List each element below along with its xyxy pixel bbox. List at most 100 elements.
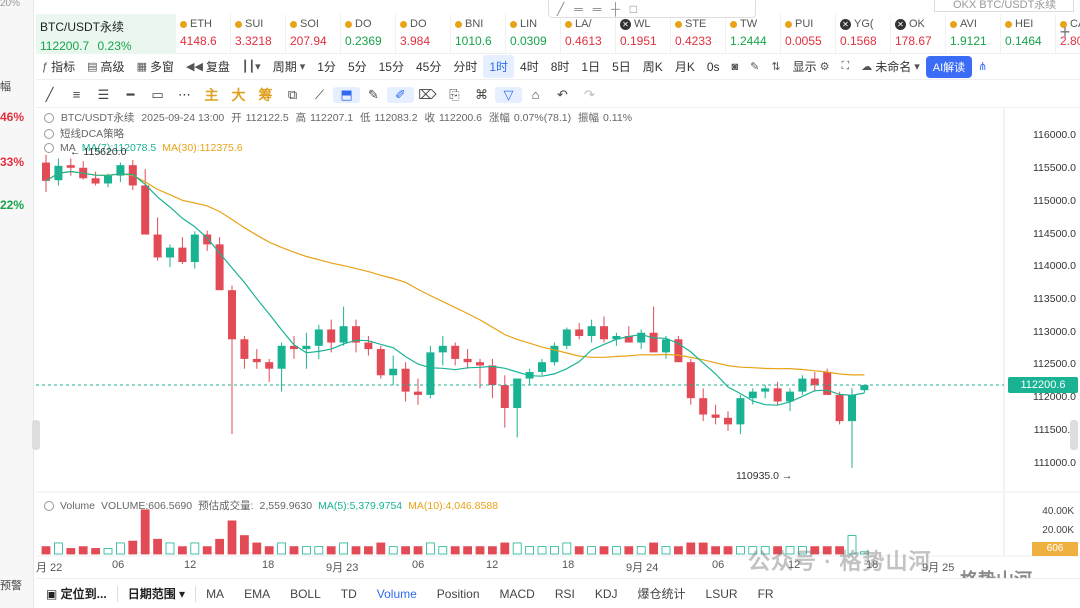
indicator-tab-ema[interactable]: EMA <box>234 587 280 601</box>
draw-tool-14[interactable]: ⌦ <box>414 87 441 103</box>
draw-tool-13[interactable]: ✐ <box>387 86 414 103</box>
indicator-button[interactable]: ƒ 指标 <box>36 58 81 75</box>
time-axis-tick: 06 <box>412 559 425 571</box>
ticker-tab[interactable]: ✕ WL 0.1951 <box>616 14 671 54</box>
share-button[interactable]: ⋔ <box>972 60 993 73</box>
draw-tool-9[interactable]: ⧉ <box>279 87 306 103</box>
display-button[interactable]: 显示 ⚙ <box>787 58 836 75</box>
advanced-button[interactable]: ▤ 高级 <box>81 58 130 75</box>
draw-tool-7[interactable]: 大 <box>225 85 252 105</box>
ticker-tab[interactable]: SUI 3.3218 <box>231 14 286 54</box>
ticker-tab[interactable]: HEI 0.1464 <box>1001 14 1056 54</box>
replay-button[interactable]: ◀◀ 复盘 <box>180 58 236 75</box>
draw-tool-20[interactable]: ↷ <box>576 87 603 103</box>
eye-toggle-icon[interactable] <box>44 113 54 124</box>
indicator-tab-ma[interactable]: MA <box>196 587 234 601</box>
draw-tool-18[interactable]: ⌂ <box>522 87 549 102</box>
ticker-tab[interactable]: LIN 0.0309 <box>506 14 561 54</box>
draw-tool-4[interactable]: ▭ <box>144 87 171 103</box>
candle-body <box>500 385 509 408</box>
ticker-tab[interactable]: STE 0.4233 <box>671 14 726 54</box>
draw-tool-0[interactable]: ╱ <box>36 87 63 103</box>
ticker-tab[interactable]: ETH 4148.6 <box>176 14 231 54</box>
symbol-search-box[interactable]: OKX BTC/USDT永续 <box>934 0 1074 12</box>
indicator-tab-volume[interactable]: Volume <box>367 587 427 601</box>
interval-7[interactable]: 8时 <box>545 55 576 78</box>
locate-button[interactable]: ▣ 定位到... <box>36 585 117 602</box>
volume-toggle-icon[interactable] <box>44 500 54 511</box>
camera-button[interactable]: ◙ <box>726 61 745 73</box>
ticker-tab[interactable]: AVI 1.9121 <box>946 14 1001 54</box>
interval-1[interactable]: 5分 <box>342 55 373 78</box>
indicator-tab-fr[interactable]: FR <box>748 587 784 601</box>
draw-tool-16[interactable]: ⌘ <box>468 87 495 103</box>
ticker-tab[interactable]: PUI 0.0055 <box>781 14 836 54</box>
interval-2[interactable]: 15分 <box>373 55 410 78</box>
float-tool-icon[interactable]: ╱ <box>557 2 564 16</box>
chart-type-button[interactable]: ┃┃▾ <box>236 60 267 73</box>
layout-name-button[interactable]: ☁ 未命名 ▾ <box>855 58 926 75</box>
draw-tool-5[interactable]: ⋯ <box>171 87 198 103</box>
date-range-button[interactable]: 日期范围 ▾ <box>118 585 195 602</box>
draw-tool-10[interactable]: ⟋ <box>306 87 333 103</box>
ma-toggle-icon[interactable] <box>44 143 54 153</box>
indicator-tab-td[interactable]: TD <box>331 587 367 601</box>
ticker-tab[interactable]: SOI 207.94 <box>286 14 341 54</box>
draw-tool-11[interactable]: ⬒ <box>333 86 360 103</box>
ticker-tab[interactable]: TW 1.2444 <box>726 14 781 54</box>
ticker-name: HEI <box>1015 18 1034 30</box>
candle-body <box>414 391 422 395</box>
float-tool-icon[interactable]: ═ <box>593 2 602 16</box>
ticker-tab[interactable]: BTC/USDT永续 112200.7 0.23% <box>36 14 176 54</box>
add-tab-button[interactable]: + <box>1050 22 1080 43</box>
ticker-tab[interactable]: BNI 1010.6 <box>451 14 506 54</box>
float-tool-icon[interactable]: ═ <box>574 2 583 16</box>
interval-10[interactable]: 周K <box>637 55 669 78</box>
volume-bar <box>574 546 584 555</box>
draw-tool-3[interactable]: ━ <box>117 87 144 103</box>
draw-tool-15[interactable]: ⎘ <box>441 87 468 103</box>
ticker-tab[interactable]: ✕ YG(0.1568 <box>836 14 891 54</box>
indicator-tab-boll[interactable]: BOLL <box>280 587 331 601</box>
ai-interpret-button[interactable]: AI解读 <box>925 55 973 78</box>
interval-11[interactable]: 月K <box>669 55 701 78</box>
draw-tool-2[interactable]: ☰ <box>90 87 117 103</box>
edit-button[interactable]: ✎ <box>744 60 765 73</box>
float-tool-icon[interactable]: ┼ <box>611 2 620 16</box>
volume-bar <box>177 546 187 555</box>
indicator-tab-爆仓统计[interactable]: 爆仓统计 <box>628 585 696 602</box>
multi-window-button[interactable]: ▦ 多窗 <box>131 58 180 75</box>
indicator-tab-position[interactable]: Position <box>427 587 490 601</box>
float-tool-icon[interactable]: □ <box>630 2 637 16</box>
indicator-tab-rsi[interactable]: RSI <box>545 587 585 601</box>
period-button[interactable]: 周期 ▾ <box>267 58 312 75</box>
price-chart[interactable]: BTC/USDT永续 2025-09-24 13:00 开 112122.5 高1… <box>32 108 1080 578</box>
interval-3[interactable]: 45分 <box>410 55 447 78</box>
candle-body <box>66 165 75 168</box>
indicator-tab-lsur[interactable]: LSUR <box>696 587 748 601</box>
interval-9[interactable]: 5日 <box>606 55 637 78</box>
interval-0[interactable]: 1分 <box>311 55 342 78</box>
interval-4[interactable]: 分时 <box>447 55 483 78</box>
ticker-price: 0.0055 <box>785 34 831 48</box>
interval-8[interactable]: 1日 <box>575 55 606 78</box>
right-scroll-handle[interactable] <box>1070 420 1078 450</box>
draw-tool-19[interactable]: ↶ <box>549 87 576 103</box>
indicator-tab-kdj[interactable]: KDJ <box>585 587 628 601</box>
ticker-tab[interactable]: DO 0.2369 <box>341 14 396 54</box>
interval-5[interactable]: 1时 <box>483 55 515 78</box>
compare-button[interactable]: ⇅ <box>765 60 786 73</box>
draw-tool-1[interactable]: ≡ <box>63 87 90 102</box>
strategy-toggle-icon[interactable] <box>44 128 54 139</box>
draw-tool-6[interactable]: 主 <box>198 85 225 105</box>
fullscreen-button[interactable]: ⛶ <box>836 60 856 73</box>
left-scroll-handle[interactable] <box>32 420 40 450</box>
interval-6[interactable]: 4时 <box>514 55 545 78</box>
indicator-tab-macd[interactable]: MACD <box>490 587 545 601</box>
draw-tool-17[interactable]: ▽ <box>495 86 522 103</box>
ticker-tab[interactable]: ✕ OK 178.67 <box>891 14 946 54</box>
draw-tool-8[interactable]: 筹 <box>252 85 279 105</box>
ticker-tab[interactable]: DO 3.984 <box>396 14 451 54</box>
ticker-tab[interactable]: LA/0.4613 <box>561 14 616 54</box>
draw-tool-12[interactable]: ✎ <box>360 87 387 103</box>
